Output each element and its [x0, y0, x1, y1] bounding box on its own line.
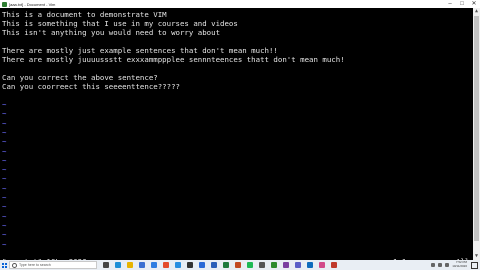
close-button[interactable]: ✕ — [468, 0, 480, 8]
windows-logo-icon — [2, 262, 7, 268]
network-icon[interactable] — [431, 263, 436, 267]
settings-icon[interactable] — [259, 262, 265, 268]
store-icon[interactable] — [139, 262, 145, 268]
onenote-icon[interactable] — [283, 262, 289, 268]
empty-line-tilde: ~ — [2, 193, 7, 202]
taskbar-search-box[interactable]: Type here to search — [9, 261, 97, 269]
system-tray: 7:52 PM 10/11/2020 — [431, 261, 480, 269]
window-title: [aaa.txt] - Document - Vim — [9, 1, 56, 7]
file-explorer-icon[interactable] — [127, 262, 133, 268]
text-line[interactable]: This is something that I use in my cours… — [2, 19, 238, 28]
empty-line-tilde: ~ — [2, 127, 7, 137]
title-bar: [aaa.txt] - Document - Vim – □ ✕ — [0, 0, 480, 8]
word-icon[interactable] — [211, 262, 217, 268]
empty-line-tilde: ~ — [2, 230, 7, 240]
vertical-scrollbar[interactable]: ▲ ▼ — [473, 8, 480, 260]
edge-icon[interactable] — [115, 262, 121, 268]
text-line[interactable]: There are mostly just example sentences … — [2, 46, 278, 55]
vim-icon[interactable] — [271, 262, 277, 268]
powerpoint-icon[interactable] — [235, 262, 241, 268]
scroll-down-arrow-icon[interactable]: ▼ — [473, 253, 480, 260]
empty-line-tilde: ~ — [2, 100, 7, 109]
empty-line-tilde: ~ — [2, 155, 7, 165]
terminal-icon[interactable] — [187, 262, 193, 268]
taskbar: Type here to search 7:52 PM 10/11/2020 — [0, 260, 480, 270]
empty-line-tilde: ~ — [2, 239, 7, 249]
paint-icon[interactable] — [319, 262, 325, 268]
empty-line-tilde: ~ — [2, 183, 7, 193]
search-icon — [12, 262, 17, 268]
volume-icon[interactable] — [438, 263, 443, 267]
teams-icon[interactable] — [295, 262, 301, 268]
clock[interactable]: 7:52 PM 10/11/2020 — [452, 261, 467, 268]
empty-line-tilde: ~ — [2, 202, 7, 212]
text-line[interactable]: This is a document to demonstrate VIM — [2, 10, 167, 19]
maximize-button[interactable]: □ — [456, 0, 468, 8]
empty-line-tilde: ~ — [2, 109, 7, 119]
empty-line-tilde: ~ — [2, 174, 7, 184]
text-line[interactable]: There are mostly juuuussstt exxxammppple… — [2, 55, 345, 64]
minimize-button[interactable]: – — [444, 0, 456, 8]
notifications-icon[interactable] — [471, 261, 478, 269]
snip-icon[interactable] — [331, 262, 337, 268]
vim-editor[interactable]: This is a document to demonstrate VIM Th… — [0, 8, 473, 266]
language-icon[interactable] — [445, 263, 450, 267]
text-line[interactable]: Can you correct the above sentence? — [2, 73, 158, 82]
empty-line-tilde: ~ — [2, 211, 7, 221]
search-placeholder: Type here to search — [19, 263, 51, 267]
vscode-icon[interactable] — [175, 262, 181, 268]
excel-icon[interactable] — [223, 262, 229, 268]
empty-line-tilde: ~ — [2, 137, 7, 147]
chrome-icon[interactable] — [163, 262, 169, 268]
task-view-icon[interactable] — [103, 262, 109, 268]
text-line[interactable]: Can you coorreect this seeeenttence????? — [2, 82, 180, 91]
text-line[interactable]: This isn't anything you would need to wo… — [2, 28, 220, 37]
vim-app-icon — [2, 1, 7, 7]
empty-line-tilde: ~ — [2, 146, 7, 156]
empty-line-tilde: ~ — [2, 165, 7, 175]
empty-line-tilde: ~ — [2, 118, 7, 128]
empty-line-tilde: ~ — [2, 220, 7, 230]
outlook-icon[interactable] — [307, 262, 313, 268]
mail-icon[interactable] — [151, 262, 157, 268]
photos-icon[interactable] — [199, 262, 205, 268]
scrollbar-thumb[interactable] — [474, 16, 479, 241]
scroll-up-arrow-icon[interactable]: ▲ — [473, 8, 480, 15]
spotify-icon[interactable] — [247, 262, 253, 268]
clock-date: 10/11/2020 — [452, 264, 467, 268]
start-button[interactable] — [0, 260, 9, 270]
